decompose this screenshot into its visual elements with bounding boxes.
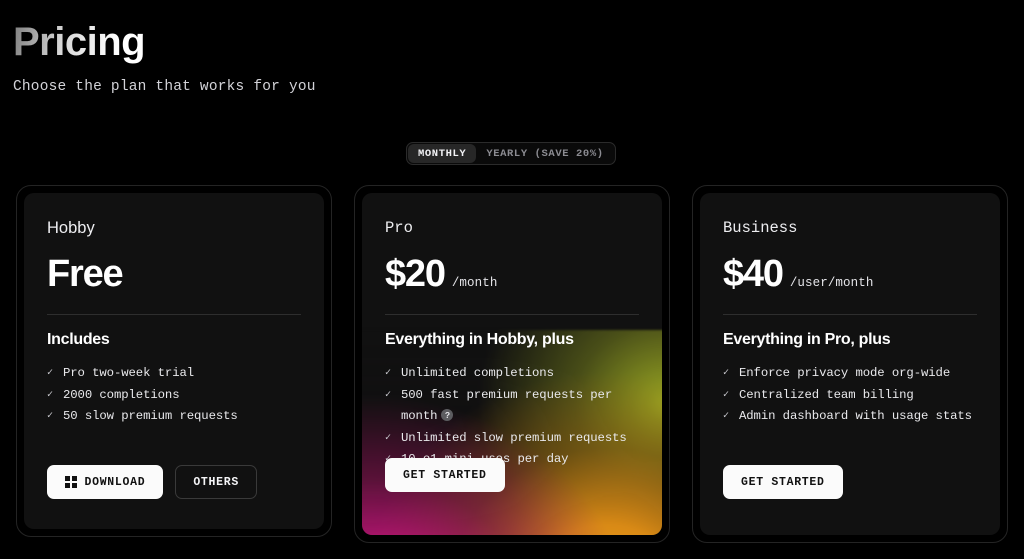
feature-text: Enforce privacy mode org-wide bbox=[739, 366, 951, 380]
check-icon: ✓ bbox=[723, 368, 729, 379]
pricing-card-business: Business $40 /user/month Everything in P… bbox=[692, 185, 1008, 543]
pricing-page: Pricing Choose the plan that works for y… bbox=[0, 0, 1024, 559]
feature-list-pro: ✓ Unlimited completions ✓ 500 fast premi… bbox=[385, 363, 639, 471]
get-started-button-label: GET STARTED bbox=[403, 468, 487, 482]
list-item: ✓ Unlimited completions bbox=[385, 363, 639, 385]
list-item: ✓ Enforce privacy mode org-wide bbox=[723, 363, 977, 385]
features-title-pro: Everything in Hobby, plus bbox=[385, 331, 574, 348]
list-item: ✓ Pro two-week trial bbox=[47, 363, 301, 385]
feature-text: Pro two-week trial bbox=[63, 366, 195, 380]
others-button-label: OTHERS bbox=[193, 475, 239, 489]
check-icon: ✓ bbox=[47, 389, 53, 401]
feature-list-business: ✓ Enforce privacy mode org-wide ✓ Centra… bbox=[723, 363, 977, 428]
page-title: Pricing bbox=[13, 20, 146, 64]
card-body-business: Business $40 /user/month Everything in P… bbox=[700, 193, 1000, 535]
download-button[interactable]: DOWNLOAD bbox=[47, 465, 164, 499]
list-item: ✓ 50 slow premium requests bbox=[47, 406, 301, 428]
pricing-card-hobby: Hobby Free Includes ✓ Pro two-week trial… bbox=[16, 185, 332, 537]
check-icon: ✓ bbox=[385, 368, 391, 379]
features-title-hobby: Includes bbox=[47, 331, 110, 348]
plan-name-business: Business bbox=[723, 219, 798, 237]
check-icon: ✓ bbox=[47, 411, 53, 422]
list-item: ✓ 2000 completions bbox=[47, 385, 301, 407]
get-started-button-label: GET STARTED bbox=[741, 475, 825, 489]
help-icon[interactable]: ? bbox=[441, 409, 454, 421]
feature-text: Unlimited completions bbox=[401, 366, 554, 380]
check-icon: ✓ bbox=[385, 432, 391, 444]
button-row-pro: GET STARTED bbox=[385, 458, 505, 492]
feature-text-label: 500 fast premium requests per month bbox=[401, 387, 613, 424]
get-started-button-business[interactable]: GET STARTED bbox=[723, 465, 843, 499]
download-button-label: DOWNLOAD bbox=[84, 475, 146, 489]
price-period-pro: /month bbox=[451, 276, 498, 290]
get-started-button-pro[interactable]: GET STARTED bbox=[385, 458, 505, 492]
price-amount-hobby: Free bbox=[47, 253, 124, 295]
card-body-pro: Pro $20 /month Everything in Hobby, plus… bbox=[362, 193, 662, 535]
billing-period-toggle[interactable]: MONTHLY YEARLY (SAVE 20%) bbox=[406, 142, 616, 165]
check-icon: ✓ bbox=[385, 389, 391, 401]
feature-text: 50 slow premium requests bbox=[63, 409, 238, 423]
price-row-business: $40 /user/month bbox=[723, 252, 977, 296]
page-subtitle: Choose the plan that works for you bbox=[13, 79, 316, 95]
feature-text: 2000 completions bbox=[63, 387, 180, 402]
feature-text: Admin dashboard with usage stats bbox=[739, 409, 972, 423]
list-item: ✓ Unlimited slow premium requests bbox=[385, 428, 639, 450]
list-item: ✓ Centralized team billing bbox=[723, 385, 977, 407]
pricing-card-pro: Pro $20 /month Everything in Hobby, plus… bbox=[354, 185, 670, 543]
feature-list-hobby: ✓ Pro two-week trial ✓ 2000 completions … bbox=[47, 363, 301, 428]
card-divider-business bbox=[723, 314, 977, 315]
feature-text: Unlimited slow premium requests bbox=[401, 430, 627, 445]
price-amount-business: $40 bbox=[723, 253, 784, 295]
feature-text: Centralized team billing bbox=[739, 387, 914, 402]
card-divider-pro bbox=[385, 314, 639, 315]
features-title-business: Everything in Pro, plus bbox=[723, 331, 891, 348]
price-period-business: /user/month bbox=[789, 276, 874, 290]
price-row-hobby: Free bbox=[47, 252, 301, 296]
button-row-hobby: DOWNLOAD OTHERS bbox=[47, 465, 257, 499]
others-button[interactable]: OTHERS bbox=[175, 465, 257, 499]
price-amount-pro: $20 bbox=[385, 253, 446, 295]
card-divider-hobby bbox=[47, 314, 301, 315]
price-row-pro: $20 /month bbox=[385, 252, 639, 296]
check-icon: ✓ bbox=[47, 368, 53, 379]
check-icon: ✓ bbox=[723, 411, 729, 422]
plan-name-hobby: Hobby bbox=[47, 219, 95, 237]
toggle-option-monthly[interactable]: MONTHLY bbox=[408, 144, 477, 163]
plan-name-pro: Pro bbox=[385, 219, 413, 237]
pricing-cards-row: Hobby Free Includes ✓ Pro two-week trial… bbox=[16, 185, 1008, 543]
list-item: ✓ 500 fast premium requests per month? bbox=[385, 385, 639, 428]
button-row-business: GET STARTED bbox=[723, 465, 843, 499]
feature-text: 500 fast premium requests per month? bbox=[401, 385, 639, 428]
check-icon: ✓ bbox=[723, 389, 729, 401]
list-item: ✓ Admin dashboard with usage stats bbox=[723, 406, 977, 428]
card-body-hobby: Hobby Free Includes ✓ Pro two-week trial… bbox=[24, 193, 324, 529]
toggle-option-yearly[interactable]: YEARLY (SAVE 20%) bbox=[476, 144, 613, 163]
windows-icon bbox=[65, 476, 77, 488]
